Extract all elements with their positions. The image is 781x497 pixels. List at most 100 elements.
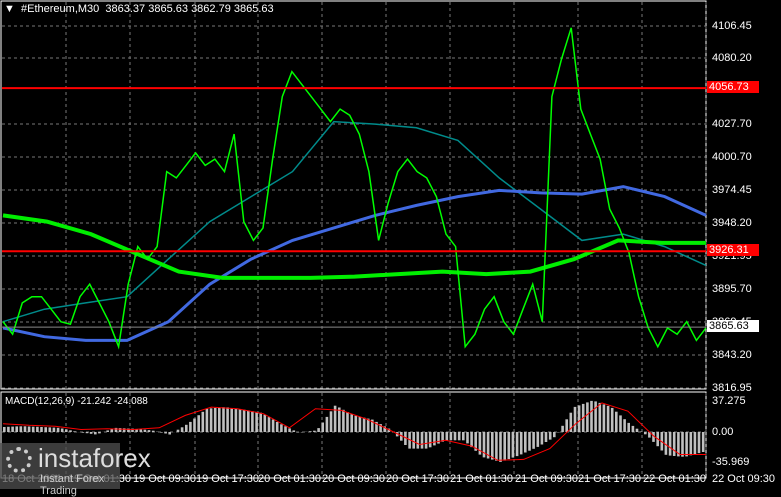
- macd-histogram-bar: [3, 427, 6, 432]
- macd-histogram-bar: [168, 432, 171, 435]
- macd-histogram-bar: [65, 429, 68, 432]
- macd-histogram-bar: [433, 432, 436, 445]
- macd-histogram-bar: [503, 432, 506, 461]
- macd-histogram-bar: [673, 432, 676, 456]
- macd-histogram-bar: [545, 432, 548, 442]
- macd-histogram-bar: [330, 411, 333, 432]
- macd-histogram-bar: [417, 432, 420, 449]
- instaforex-logo: instaforex Instant Forex Trading: [0, 443, 120, 489]
- macd-histogram-bar: [255, 412, 258, 432]
- time-axis-label: 19 Oct 09:30: [133, 473, 196, 485]
- macd-histogram-bar: [197, 415, 200, 432]
- price-chart[interactable]: [0, 0, 781, 489]
- price-axis-label: 3974.45: [712, 184, 752, 196]
- time-axis-label: 21 Oct 17:30: [578, 473, 641, 485]
- macd-histogram-bar: [181, 427, 184, 432]
- price-axis-label: 4000.70: [712, 151, 752, 163]
- macd-histogram-bar: [230, 408, 233, 432]
- macd-histogram-bar: [640, 432, 643, 433]
- macd-histogram-bar: [309, 431, 312, 432]
- macd-histogram-bar: [206, 409, 209, 432]
- macd-histogram-bar: [239, 409, 242, 432]
- macd-histogram-bar: [218, 408, 221, 432]
- lower-level-tag: 3926.31: [707, 244, 759, 256]
- macd-histogram-bar: [363, 418, 366, 432]
- macd-histogram-bar: [520, 432, 523, 454]
- macd-histogram-bar: [599, 403, 602, 432]
- macd-histogram-bar: [574, 407, 577, 432]
- macd-histogram-bar: [528, 432, 531, 451]
- macd-histogram-bar: [412, 432, 415, 449]
- macd-histogram-bar: [20, 426, 23, 432]
- time-axis-label: 20 Oct 09:30: [322, 473, 385, 485]
- macd-axis-max: 37.275: [712, 395, 746, 407]
- macd-histogram-bar: [698, 432, 701, 453]
- macd-histogram-bar: [90, 432, 93, 434]
- macd-histogram-bar: [15, 426, 18, 432]
- macd-histogram-bar: [32, 427, 35, 432]
- macd-histogram-bar: [549, 432, 552, 440]
- price-axis-label: 4027.70: [712, 118, 752, 130]
- macd-histogram-bar: [86, 432, 89, 433]
- macd-histogram-bar: [636, 429, 639, 432]
- macd-histogram-bar: [40, 427, 43, 432]
- logo-brand: instaforex: [38, 443, 151, 474]
- macd-histogram-bar: [36, 427, 39, 432]
- macd-histogram-bar: [446, 432, 449, 440]
- price-axis-label: 4080.20: [712, 52, 752, 64]
- macd-histogram-bar: [462, 432, 465, 440]
- macd-histogram-bar: [603, 404, 606, 432]
- macd-histogram-bar: [450, 432, 453, 440]
- macd-histogram-bar: [702, 432, 705, 452]
- macd-histogram-bar: [247, 410, 250, 432]
- macd-histogram-bar: [590, 401, 593, 432]
- macd-histogram-bar: [508, 432, 511, 459]
- macd-histogram-bar: [293, 430, 296, 432]
- price-axis-label: 3843.20: [712, 349, 752, 361]
- macd-histogram-bar: [11, 427, 14, 432]
- macd-histogram-bar: [537, 432, 540, 447]
- macd-histogram-bar: [222, 407, 225, 432]
- price-axis-label: 4106.45: [712, 20, 752, 32]
- macd-histogram-bar: [607, 406, 610, 432]
- macd-histogram-bar: [495, 432, 498, 461]
- time-axis-label: 22 Oct 09:30: [712, 473, 775, 485]
- macd-histogram-bar: [681, 432, 684, 457]
- macd-histogram-bar: [694, 432, 697, 454]
- macd-histogram-bar: [516, 432, 519, 456]
- macd-histogram-bar: [359, 417, 362, 432]
- macd-histogram-bar: [235, 409, 238, 433]
- macd-histogram-bar: [28, 427, 31, 433]
- macd-histogram-bar: [160, 432, 163, 433]
- macd-histogram-bar: [350, 414, 353, 432]
- macd-histogram-bar: [243, 410, 246, 432]
- ma-blue-line: [3, 187, 706, 341]
- macd-histogram-bar: [276, 422, 279, 432]
- macd-histogram-bar: [98, 432, 101, 433]
- macd-histogram-bar: [512, 432, 515, 458]
- macd-histogram-bar: [57, 428, 60, 432]
- macd-histogram-bar: [185, 425, 188, 432]
- macd-histogram-bar: [466, 432, 469, 443]
- macd-histogram-bar: [594, 401, 597, 432]
- macd-histogram-bar: [61, 429, 64, 433]
- macd-axis-min: -35.969: [712, 456, 749, 468]
- macd-histogram-bar: [470, 432, 473, 447]
- macd-histogram-bar: [144, 430, 147, 432]
- time-axis-label: 19 Oct 17:30: [196, 473, 259, 485]
- macd-histogram-bar: [284, 426, 287, 432]
- gear-icon: [6, 447, 32, 473]
- macd-histogram-bar: [346, 412, 349, 432]
- macd-histogram-bar: [53, 428, 56, 432]
- time-axis-label: 20 Oct 01:30: [258, 473, 321, 485]
- macd-histogram-bar: [272, 420, 275, 433]
- logo-tagline: Instant Forex Trading: [40, 473, 120, 497]
- macd-histogram-bar: [669, 432, 672, 456]
- ma-green-line: [3, 215, 706, 278]
- macd-histogram-bar: [541, 432, 544, 445]
- macd-histogram-bar: [69, 430, 72, 432]
- macd-histogram-bar: [268, 417, 271, 432]
- macd-histogram-bar: [524, 432, 527, 453]
- macd-histogram-bar: [313, 431, 316, 432]
- macd-histogram-bar: [615, 412, 618, 432]
